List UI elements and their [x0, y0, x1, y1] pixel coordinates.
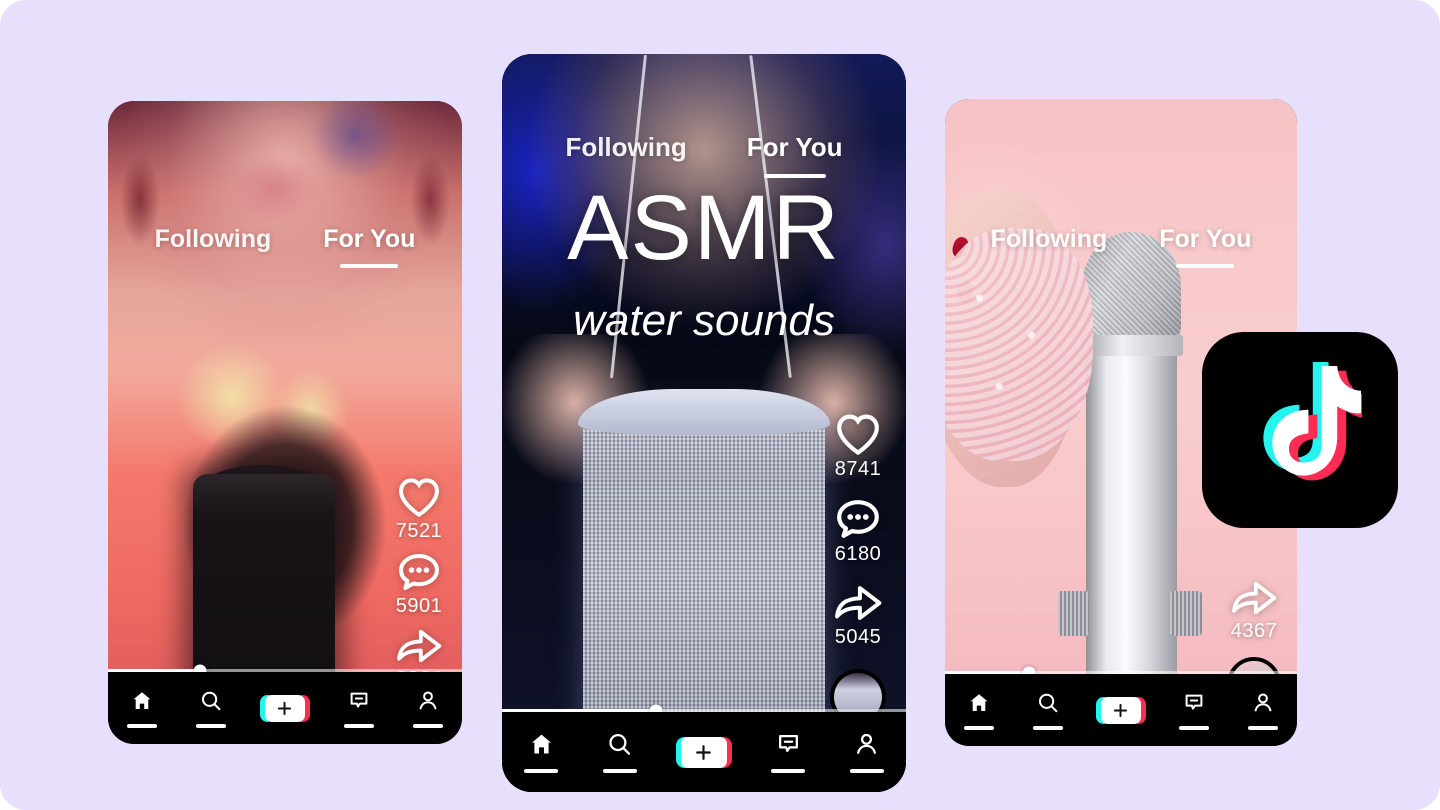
feed-tabs-middle: Following For You: [502, 132, 906, 178]
home-icon: [528, 731, 555, 763]
bottom-nav-middle: [502, 712, 906, 792]
nav-underline: [849, 769, 884, 773]
search-icon: [606, 731, 633, 763]
like-action[interactable]: 7521: [396, 476, 443, 543]
microphone-top: [192, 464, 335, 498]
comment-icon: [834, 497, 882, 541]
nav-underline: [127, 723, 158, 728]
share-count: 4367: [1230, 620, 1278, 642]
home-icon: [130, 689, 154, 718]
nav-underline: [771, 769, 806, 773]
comment-count: 6180: [834, 543, 882, 565]
bubble-wrap: [945, 228, 1093, 462]
plus-icon[interactable]: [259, 694, 310, 722]
tab-for-you-label: For You: [323, 225, 416, 253]
comment-action[interactable]: 6180: [834, 497, 882, 566]
nav-inbox[interactable]: [771, 731, 806, 773]
share-arrow-icon: [833, 582, 883, 624]
share-action[interactable]: 5045: [833, 582, 883, 649]
nav-home[interactable]: [964, 691, 995, 730]
tiktok-note-icon: [1263, 362, 1362, 481]
tab-for-you[interactable]: For You: [746, 132, 843, 178]
nav-underline: [412, 723, 443, 728]
share-arrow-icon: [1230, 578, 1278, 618]
tab-for-you[interactable]: For You: [323, 225, 416, 268]
nav-underline: [1179, 725, 1210, 730]
comment-count: 5901: [395, 595, 443, 617]
nav-create[interactable]: [675, 736, 732, 768]
phone-mockup-middle: Following For You ASMR water sounds 8741: [502, 54, 906, 792]
phone-screen-left: Following For You 7521 5901: [108, 101, 462, 744]
heart-icon: [834, 412, 882, 456]
like-count: 8741: [834, 458, 882, 480]
nav-underline: [343, 723, 374, 728]
phone-screen-middle: Following For You ASMR water sounds 8741: [502, 54, 906, 792]
nav-profile[interactable]: [412, 689, 443, 728]
nav-underline: [196, 723, 227, 728]
nav-inbox[interactable]: [1179, 691, 1210, 730]
search-icon: [199, 689, 223, 718]
inbox-icon: [775, 731, 802, 763]
nav-home[interactable]: [524, 731, 559, 773]
microphone-knob-left: [1057, 590, 1090, 636]
tab-for-you-label: For You: [746, 132, 843, 162]
heart-icon: [396, 476, 442, 518]
feed-tabs-right: Following For You: [945, 225, 1297, 268]
tab-following[interactable]: Following: [565, 132, 686, 163]
poster-canvas: Following For You 7521 5901 Following Fo…: [0, 0, 1440, 810]
phone-mockup-left: Following For You 7521 5901: [108, 101, 462, 744]
tab-following[interactable]: Following: [155, 225, 272, 254]
action-rail-middle: 8741 6180 5045: [830, 412, 886, 725]
person-icon: [416, 689, 440, 718]
microphone-ring: [1080, 335, 1183, 356]
nav-underline: [964, 725, 995, 730]
like-count: 7521: [395, 520, 443, 542]
nav-underline: [1032, 725, 1063, 730]
plus-icon[interactable]: [675, 736, 732, 768]
tab-active-underline: [340, 264, 399, 268]
person-icon: [1251, 691, 1275, 720]
nav-home[interactable]: [127, 689, 158, 728]
inbox-icon: [1182, 691, 1206, 720]
comment-action[interactable]: 5901: [396, 551, 443, 618]
nav-discover[interactable]: [1032, 691, 1063, 730]
nav-inbox[interactable]: [343, 689, 374, 728]
share-action[interactable]: 4367: [1230, 578, 1278, 643]
bottom-nav-left: [108, 672, 462, 744]
microphone-knob-right: [1170, 590, 1202, 636]
person-icon: [853, 731, 880, 763]
nav-create[interactable]: [1095, 696, 1146, 724]
inbox-icon: [347, 689, 371, 718]
share-arrow-icon: [395, 626, 443, 666]
feed-tabs-left: Following For You: [108, 225, 462, 268]
nav-discover[interactable]: [196, 689, 227, 728]
nav-discover[interactable]: [602, 731, 637, 773]
nav-underline: [524, 769, 559, 773]
nav-profile[interactable]: [1247, 691, 1278, 730]
tiktok-logo: [1202, 332, 1398, 528]
nav-underline: [602, 769, 637, 773]
share-count: 5045: [834, 626, 882, 648]
tab-following[interactable]: Following: [991, 225, 1108, 254]
like-action[interactable]: 8741: [834, 412, 882, 481]
tab-active-underline: [1176, 264, 1235, 268]
tab-following-label: Following: [990, 225, 1108, 253]
search-icon: [1036, 691, 1060, 720]
tab-following-label: Following: [154, 225, 272, 253]
overlay-subtitle: water sounds: [573, 296, 835, 345]
tab-for-you-label: For You: [1159, 225, 1252, 253]
tab-for-you[interactable]: For You: [1159, 225, 1252, 268]
nav-create[interactable]: [259, 694, 310, 722]
plus-icon[interactable]: [1095, 696, 1146, 724]
comment-icon: [396, 551, 442, 593]
tab-following-label: Following: [565, 132, 687, 162]
nav-profile[interactable]: [849, 731, 884, 773]
home-icon: [967, 691, 991, 720]
nav-underline: [1247, 725, 1278, 730]
bottom-nav-right: [945, 674, 1297, 746]
video-title-overlay: ASMR water sounds: [502, 182, 906, 346]
overlay-title: ASMR: [567, 177, 841, 279]
